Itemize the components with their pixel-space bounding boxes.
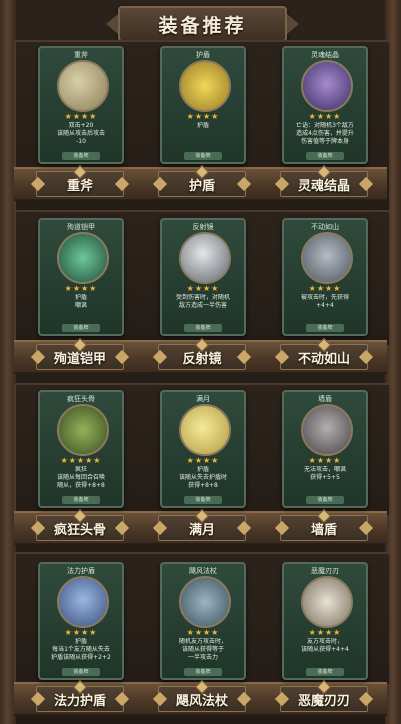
- equipment-name-label[interactable]: 疯狂头骨: [30, 508, 130, 541]
- mirror-icon: [179, 232, 231, 284]
- mana-shield-icon: [57, 576, 109, 628]
- card-title: 护盾: [196, 51, 210, 59]
- crystal-icon: [301, 60, 353, 112]
- wall-shield-icon: [301, 404, 353, 456]
- card-type-tag: 装备牌: [306, 496, 344, 504]
- equipment-name-label[interactable]: 法力护盾: [30, 679, 130, 712]
- card-type-tag: 装备牌: [62, 496, 100, 504]
- equipment-card[interactable]: 飓风法杖 ★★★★ 随机友方攻击时， 该随从获得等于 一半攻击力装备牌: [160, 562, 246, 680]
- equipment-card[interactable]: 法力护盾 ★★★★ 护盾 每当1个友方随从失去 护盾该随从获得+2+2 装备牌: [38, 562, 124, 680]
- equipment-name-label[interactable]: 护盾: [152, 164, 252, 197]
- card-title: 墙盾: [318, 395, 332, 403]
- moon-icon: [179, 404, 231, 456]
- equipment-name-label[interactable]: 恶魔刃刃: [274, 679, 374, 712]
- staff-icon: [179, 576, 231, 628]
- card-title: 法力护盾: [67, 567, 95, 575]
- card-stars: ★★★★: [186, 628, 220, 637]
- page-title: 装备推荐: [158, 14, 247, 37]
- helmet-icon: [301, 232, 353, 284]
- blade-icon: [301, 576, 353, 628]
- card-title: 灵魂结晶: [311, 51, 339, 59]
- equipment-card[interactable]: 殉道铠甲 ★★★★ 护盾 嘲讽装备牌: [38, 218, 124, 336]
- card-title: 飓风法杖: [189, 567, 217, 575]
- equipment-card[interactable]: 不动如山 ★★★★ 被攻击时，先获得 +4+4 装备牌: [282, 218, 368, 336]
- armor-icon: [57, 232, 109, 284]
- card-description: 随机友方攻击时， 该随从获得等于 一半攻击力: [178, 638, 227, 661]
- equipment-card[interactable]: 重斧 ★★★★ 双击+20 该随从攻击后攻击 -10 装备牌: [38, 46, 124, 164]
- card-title: 反射镜: [192, 223, 214, 231]
- equipment-name-label[interactable]: 不动如山: [274, 337, 374, 370]
- card-stars: ★★★★: [308, 112, 342, 121]
- skull-icon: [57, 404, 109, 456]
- equipment-card[interactable]: 反射镜 ★★★★ 受到伤害时，对随机 敌方造成一半伤害装备牌: [160, 218, 246, 336]
- equipment-name-label[interactable]: 殉道铠甲: [30, 337, 130, 370]
- card-description: 无法攻击，嘲讽 获得+5+5: [303, 466, 346, 481]
- card-title: 不动如山: [311, 223, 339, 231]
- equipment-recommend-panel: 装备推荐 重斧 ★★★★ 双击+20 该随从攻击后攻击 -10 装备牌 重斧 护盾 ★★★★…: [0, 0, 401, 724]
- card-stars: ★★★★: [186, 284, 220, 293]
- equipment-name-label[interactable]: 灵魂结晶: [274, 164, 374, 197]
- card-description: 疯狂 该随从每回合召唤 随从，获得+8+8: [56, 466, 105, 489]
- card-description: 护盾: [196, 122, 209, 129]
- equipment-name-label[interactable]: 墙盾: [274, 508, 374, 541]
- card-type-tag: 装备牌: [62, 668, 100, 676]
- card-stars: ★★★★: [308, 284, 342, 293]
- card-stars: ★★★★: [64, 284, 98, 293]
- equipment-card[interactable]: 满月 ★★★★ 护盾 该随从失去护盾时 获得+8+8 装备牌: [160, 390, 246, 508]
- equipment-card[interactable]: 疯狂头骨 ★★★★★ 疯狂 该随从每回合召唤 随从，获得+8+8 装备牌: [38, 390, 124, 508]
- card-description: 护盾 嘲讽: [74, 294, 87, 309]
- card-stars: ★★★★: [308, 628, 342, 637]
- card-description: 双击+20 该随从攻击后攻击 -10: [56, 122, 105, 145]
- card-type-tag: 装备牌: [306, 152, 344, 160]
- shield-icon: [179, 60, 231, 112]
- card-title: 疯狂头骨: [67, 395, 95, 403]
- card-description: 护盾 每当1个友方随从失去 护盾该随从获得+2+2: [51, 638, 111, 661]
- equipment-name-label[interactable]: 满月: [152, 508, 252, 541]
- card-type-tag: 装备牌: [184, 324, 222, 332]
- card-type-tag: 装备牌: [184, 668, 222, 676]
- card-description: 亡语：对随机3个敌方 造成4点伤害，并提升 伤害值等于牌本身: [296, 122, 354, 145]
- card-stars: ★★★★: [186, 456, 220, 465]
- card-title: 殉道铠甲: [67, 223, 95, 231]
- card-stars: ★★★★: [64, 628, 98, 637]
- equipment-card[interactable]: 恶魔刃刃 ★★★★ 友方攻击时， 该随从获得+4+4 装备牌: [282, 562, 368, 680]
- card-description: 友方攻击时， 该随从获得+4+4: [301, 638, 349, 653]
- card-title: 恶魔刃刃: [311, 567, 339, 575]
- title-banner: 装备推荐: [106, 6, 299, 42]
- card-stars: ★★★★: [64, 112, 98, 121]
- card-title: 重斧: [74, 51, 88, 59]
- card-stars: ★★★★: [308, 456, 342, 465]
- card-description: 护盾 该随从失去护盾时 获得+8+8: [178, 466, 227, 489]
- equipment-name-label[interactable]: 重斧: [30, 164, 130, 197]
- card-type-tag: 装备牌: [62, 152, 100, 160]
- axe-icon: [57, 60, 109, 112]
- card-type-tag: 装备牌: [306, 668, 344, 676]
- card-type-tag: 装备牌: [184, 496, 222, 504]
- equipment-card[interactable]: 墙盾 ★★★★ 无法攻击，嘲讽 获得+5+5 装备牌: [282, 390, 368, 508]
- card-type-tag: 装备牌: [184, 152, 222, 160]
- equipment-name-label[interactable]: 反射镜: [152, 337, 252, 370]
- equipment-card[interactable]: 护盾 ★★★★ 护盾 装备牌: [160, 46, 246, 164]
- card-stars: ★★★★★: [60, 456, 102, 465]
- card-stars: ★★★★: [186, 112, 220, 121]
- card-type-tag: 装备牌: [306, 324, 344, 332]
- card-description: 被攻击时，先获得 +4+4: [300, 294, 349, 309]
- equipment-card[interactable]: 灵魂结晶 ★★★★ 亡语：对随机3个敌方 造成4点伤害，并提升 伤害值等于牌本身装备…: [282, 46, 368, 164]
- equipment-name-label[interactable]: 飓风法杖: [152, 679, 252, 712]
- card-type-tag: 装备牌: [62, 324, 100, 332]
- card-title: 满月: [196, 395, 210, 403]
- card-description: 受到伤害时，对随机 敌方造成一半伤害: [175, 294, 230, 309]
